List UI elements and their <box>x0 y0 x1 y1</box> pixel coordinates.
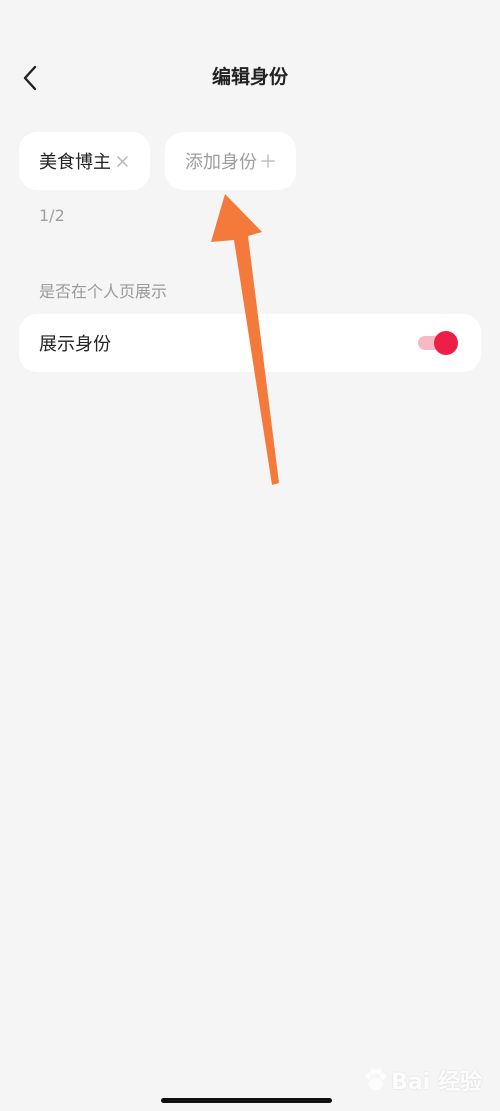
remove-identity-button[interactable] <box>115 154 129 168</box>
plus-icon <box>261 154 275 168</box>
add-identity-label: 添加身份 <box>185 152 257 173</box>
paw-icon <box>365 1068 387 1090</box>
watermark-text: Bai 经验 <box>391 1070 482 1095</box>
toggle-knob <box>434 331 458 355</box>
edit-identity-screen: 编辑身份 美食博主 添加身份 1/2 是否在个人页展示 展示身份 Bai 经验 <box>0 0 500 1111</box>
show-identity-label: 展示身份 <box>39 334 111 355</box>
section-label: 是否在个人页展示 <box>39 282 168 301</box>
close-icon <box>116 155 128 167</box>
identity-tag[interactable]: 美食博主 <box>19 132 150 190</box>
show-identity-toggle[interactable] <box>418 331 458 355</box>
identity-count: 1/2 <box>39 206 65 225</box>
add-icon-wrap <box>261 154 275 168</box>
show-identity-row: 展示身份 <box>19 314 481 372</box>
watermark: Bai 经验 <box>362 1064 482 1096</box>
identity-tag-label: 美食博主 <box>39 152 111 173</box>
page-title: 编辑身份 <box>211 66 288 88</box>
home-indicator[interactable] <box>161 1098 332 1103</box>
add-identity-button[interactable]: 添加身份 <box>165 132 296 190</box>
